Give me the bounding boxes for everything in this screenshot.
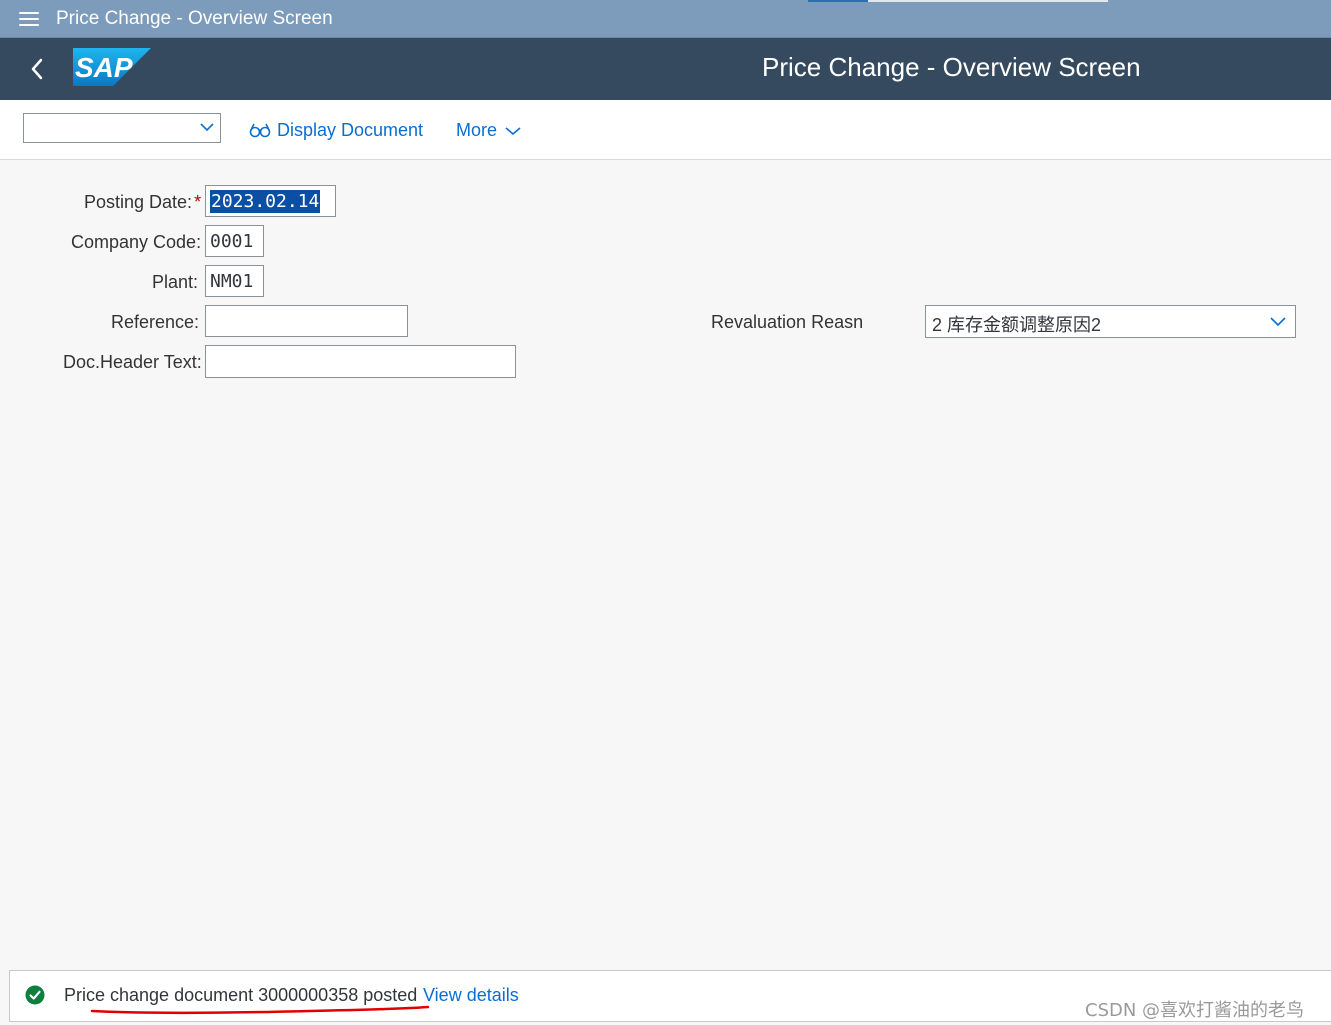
window-title: Price Change - Overview Screen <box>56 8 333 29</box>
chevron-left-icon <box>31 58 43 80</box>
app-title: Price Change - Overview Screen <box>762 52 1141 82</box>
progress-indicator <box>808 0 868 2</box>
back-button[interactable] <box>27 56 49 82</box>
logo-text: SAP <box>75 52 133 83</box>
chevron-down-icon <box>200 123 214 132</box>
company-code-input[interactable]: 0001 <box>205 225 264 257</box>
chevron-down-icon <box>1270 317 1286 327</box>
plant-label: Plant: <box>152 272 199 292</box>
revaluation-reason-value: 2 库存金额调整原因2 <box>932 315 1102 335</box>
posting-date-value: 2023.02.14 <box>210 190 321 213</box>
sap-logo: SAP <box>73 48 151 86</box>
more-label: More <box>456 120 498 140</box>
display-document-label: Display Document <box>277 120 424 140</box>
posting-date-label: Posting Date: * <box>84 192 202 212</box>
reference-label: Reference: <box>111 312 200 332</box>
posting-date-input[interactable]: 2023.02.14 <box>205 185 336 217</box>
window-title-bar: Price Change - Overview Screen <box>0 0 1331 38</box>
plant-input[interactable]: NM01 <box>205 265 264 297</box>
doc-header-text-input[interactable] <box>205 345 516 378</box>
chevron-down-icon <box>505 127 521 136</box>
view-details-link[interactable]: View details <box>423 985 519 1006</box>
doc-header-text-label: Doc.Header Text: <box>63 352 202 372</box>
reference-input[interactable] <box>205 305 408 337</box>
display-document-button[interactable]: Display Document <box>249 120 423 142</box>
progress-track <box>868 0 1108 2</box>
status-message: Price change document 3000000358 posted <box>64 985 418 1005</box>
more-menu-button[interactable]: More <box>456 120 521 141</box>
revaluation-reason-select[interactable]: 2 库存金额调整原因2 <box>925 305 1296 338</box>
company-code-label: Company Code: <box>71 232 202 252</box>
revaluation-reason-label: Revaluation Reasn <box>711 312 864 332</box>
shell-bar: SAP Price Change - Overview Screen <box>0 38 1331 100</box>
success-check-icon <box>25 985 45 1005</box>
variant-select[interactable] <box>23 113 221 143</box>
hamburger-icon[interactable] <box>19 12 39 26</box>
toolbar: Display Document More <box>0 100 1331 160</box>
glasses-icon <box>249 123 271 138</box>
watermark: CSDN @喜欢打酱油的老鸟 <box>1085 1000 1305 1021</box>
required-mark: * <box>194 192 202 212</box>
annotation-underline <box>90 1005 430 1015</box>
